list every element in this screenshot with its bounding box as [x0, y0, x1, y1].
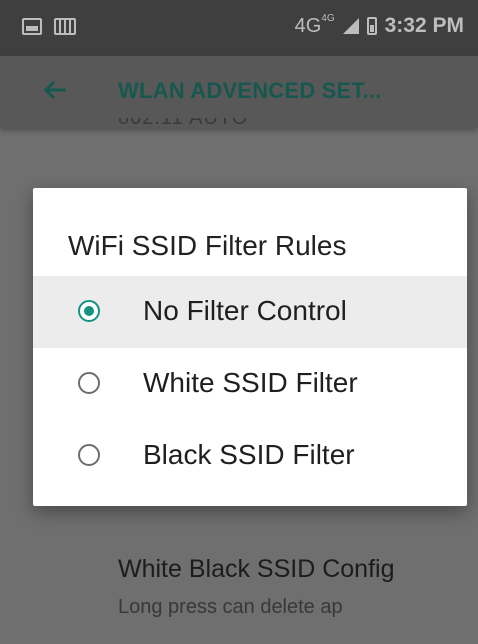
white-black-ssid-config-subtitle: Long press can delete ap [118, 596, 343, 618]
battery-icon [366, 17, 377, 35]
white-black-ssid-config-title[interactable]: White Black SSID Config [118, 555, 395, 584]
background-partial-text: 802.11 AUTO [118, 118, 249, 129]
network-type: 4G4G [294, 12, 335, 37]
option-label: Black SSID Filter [143, 439, 355, 470]
option-white-ssid-filter[interactable]: White SSID Filter [33, 348, 467, 420]
image-icon [22, 18, 42, 35]
option-label: No Filter Control [143, 295, 347, 326]
arrow-left-icon[interactable] [38, 74, 70, 106]
page-title: WLAN ADVENCED SET... [118, 78, 382, 103]
radio-unchecked-icon[interactable] [78, 444, 100, 466]
status-bar-left [22, 18, 76, 35]
dialog-title: WiFi SSID Filter Rules [68, 230, 347, 261]
status-bar-right: 4G4G 3:32 PM [294, 12, 464, 38]
option-label: White SSID Filter [143, 367, 358, 398]
radio-unchecked-icon[interactable] [78, 372, 100, 394]
radio-checked-icon[interactable] [78, 300, 100, 322]
status-bar: 4G4G 3:32 PM [0, 0, 478, 56]
option-black-ssid-filter[interactable]: Black SSID Filter [33, 420, 467, 492]
ssid-filter-dialog: WiFi SSID Filter Rules No Filter Control… [33, 188, 467, 506]
option-no-filter-control[interactable]: No Filter Control [33, 276, 467, 348]
status-time: 3:32 PM [384, 14, 464, 37]
signal-icon [342, 18, 359, 34]
sim-card-icon [54, 18, 76, 35]
